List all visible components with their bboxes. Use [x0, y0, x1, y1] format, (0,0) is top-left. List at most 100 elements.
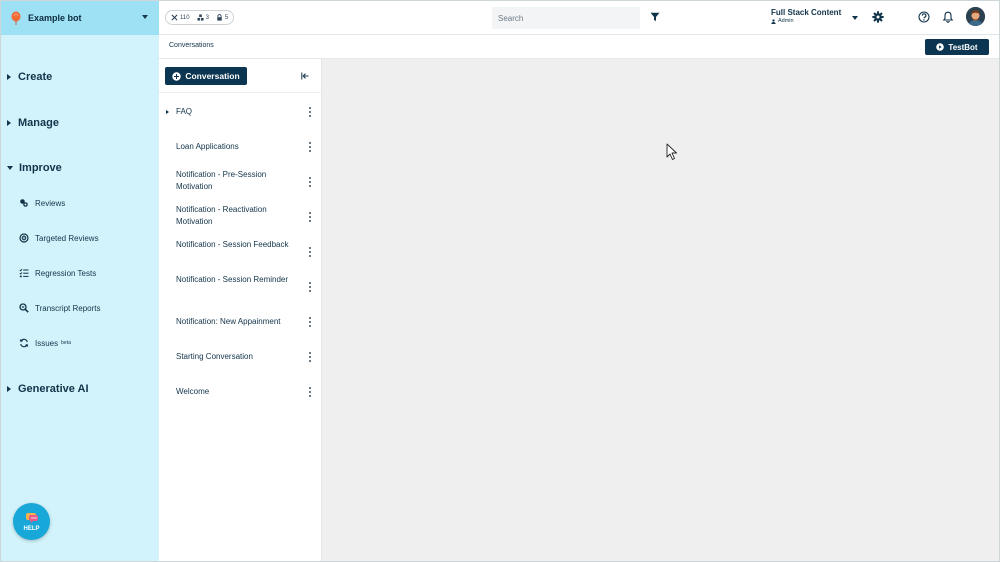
chevron-down-icon — [142, 15, 148, 19]
nav-section-label: Generative AI — [18, 383, 89, 395]
conversation-name: Notification - Reactivation Motivation — [176, 205, 267, 226]
sidebar-item-label: Issues — [35, 338, 59, 348]
sidebar-item-regression-tests[interactable]: Regression Tests — [19, 268, 96, 278]
conversation-item[interactable]: Welcome — [159, 375, 322, 407]
collapse-left-icon[interactable] — [301, 72, 309, 80]
sidebar-item-targeted-reviews[interactable]: Targeted Reviews — [19, 233, 99, 243]
more-vertical-icon[interactable] — [308, 142, 311, 152]
more-vertical-icon[interactable] — [308, 317, 311, 327]
bot-stats: 110 3 5 — [165, 10, 235, 25]
conversation-item-faq[interactable]: FAQ — [159, 95, 322, 127]
add-conversation-button[interactable]: Conversation — [165, 67, 247, 85]
conversation-panel: Conversation FAQ Loan Applications Notif… — [159, 59, 322, 562]
search-report-icon — [19, 303, 29, 313]
help-button[interactable]: HELP — [13, 503, 50, 540]
user-role-label: Admin — [778, 18, 794, 24]
conversation-item[interactable]: Notification - Session Feedback — [159, 235, 322, 267]
conversation-name: Welcome — [176, 387, 210, 396]
question-circle-icon[interactable] — [918, 11, 930, 23]
tools-icon — [171, 14, 178, 21]
conversation-name: FAQ — [176, 107, 193, 116]
conversation-item[interactable]: Loan Applications — [159, 130, 322, 162]
nav-section-create[interactable]: Create — [7, 71, 52, 83]
sidebar: Example bot Create Manage Improve Review… — [0, 0, 159, 562]
bell-icon[interactable] — [942, 11, 954, 23]
stat-locked-value: 5 — [224, 14, 229, 21]
conversation-panel-header: Conversation — [159, 59, 322, 93]
sidebar-item-issues[interactable]: Issues beta — [19, 338, 71, 348]
help-chat-icon — [25, 512, 38, 523]
add-conversation-label: Conversation — [185, 71, 240, 81]
search-box — [492, 7, 640, 29]
stat-secondary: 3 — [197, 14, 209, 21]
chevron-down-icon — [7, 166, 13, 170]
sidebar-item-label: Reviews — [35, 198, 66, 208]
top-bar: 110 3 5 Full Stack Content — [159, 0, 1000, 35]
conversation-item[interactable]: Starting Conversation — [159, 340, 322, 372]
bot-selector[interactable]: Example bot — [0, 0, 159, 35]
play-circle-icon — [936, 43, 945, 51]
conversation-item[interactable]: Notification - Reactivation Motivation — [159, 200, 322, 232]
gear-icon[interactable] — [872, 11, 884, 23]
chevron-right-icon — [7, 120, 11, 126]
nav-section-label: Create — [18, 71, 53, 83]
conversation-name: Loan Applications — [176, 142, 239, 151]
filter-icon[interactable] — [650, 12, 660, 22]
chevron-right-icon — [7, 74, 11, 80]
more-vertical-icon[interactable] — [308, 247, 311, 257]
nav-section-improve[interactable]: Improve — [7, 162, 62, 174]
user-icon — [771, 18, 776, 24]
breadcrumb[interactable]: Conversations — [169, 42, 214, 49]
chevron-right-icon — [7, 386, 11, 392]
conversation-name: Notification - Pre-Session Motivation — [176, 170, 267, 191]
more-vertical-icon[interactable] — [308, 107, 311, 117]
sidebar-item-reviews[interactable]: Reviews — [19, 198, 65, 208]
boxes-icon — [197, 14, 204, 21]
nav-section-generative-ai[interactable]: Generative AI — [7, 383, 89, 395]
stat-primary: 110 — [171, 14, 190, 21]
conversation-name: Starting Conversation — [176, 352, 253, 361]
more-vertical-icon[interactable] — [308, 212, 311, 222]
chevron-down-icon[interactable] — [852, 16, 858, 20]
avatar-image — [966, 7, 985, 26]
stat-secondary-value: 3 — [205, 14, 209, 21]
conversation-item[interactable]: Notification - Pre-Session Motivation — [159, 165, 322, 197]
conversation-item[interactable]: Notification: New Appainment — [159, 305, 322, 337]
user-menu[interactable]: Full Stack Content Admin — [771, 8, 841, 24]
nav-section-label: Improve — [19, 162, 62, 174]
checklist-icon — [19, 268, 29, 278]
avatar[interactable] — [966, 7, 985, 26]
sidebar-item-label: Targeted Reviews — [35, 233, 99, 243]
testbot-label: TestBot — [948, 42, 978, 52]
stat-primary-value: 110 — [180, 14, 190, 21]
lock-icon — [217, 14, 222, 21]
more-vertical-icon[interactable] — [308, 282, 311, 292]
conversation-item[interactable]: Notification - Session Reminder — [159, 270, 322, 302]
beta-badge: beta — [61, 340, 71, 346]
sidebar-item-transcript-reports[interactable]: Transcript Reports — [19, 303, 101, 313]
breadcrumb-bar: Conversations TestBot — [159, 35, 1000, 59]
user-name: Full Stack Content — [771, 8, 842, 17]
chevron-right-icon[interactable] — [166, 110, 169, 114]
sidebar-item-label: Transcript Reports — [35, 303, 101, 313]
nav-section-manage[interactable]: Manage — [7, 117, 59, 129]
target-icon — [19, 233, 29, 243]
help-label: HELP — [23, 525, 40, 532]
stat-locked: 5 — [216, 14, 228, 21]
conversation-name: Notification - Session Reminder — [176, 275, 289, 284]
more-vertical-icon[interactable] — [308, 387, 311, 397]
sync-icon — [19, 338, 29, 348]
conversation-name: Notification - Session Feedback — [176, 240, 289, 249]
balloon-icon — [10, 11, 22, 25]
conversation-name: Notification: New Appainment — [176, 317, 281, 326]
testbot-button[interactable]: TestBot — [925, 39, 989, 55]
user-role: Admin — [771, 18, 841, 24]
more-vertical-icon[interactable] — [308, 352, 311, 362]
reviews-icon — [20, 199, 28, 207]
bot-name: Example bot — [28, 12, 82, 23]
nav-section-label: Manage — [18, 117, 59, 129]
sidebar-item-label: Regression Tests — [35, 268, 97, 278]
mouse-cursor-icon — [666, 143, 677, 160]
more-vertical-icon[interactable] — [308, 177, 311, 187]
search-input[interactable] — [498, 13, 640, 23]
